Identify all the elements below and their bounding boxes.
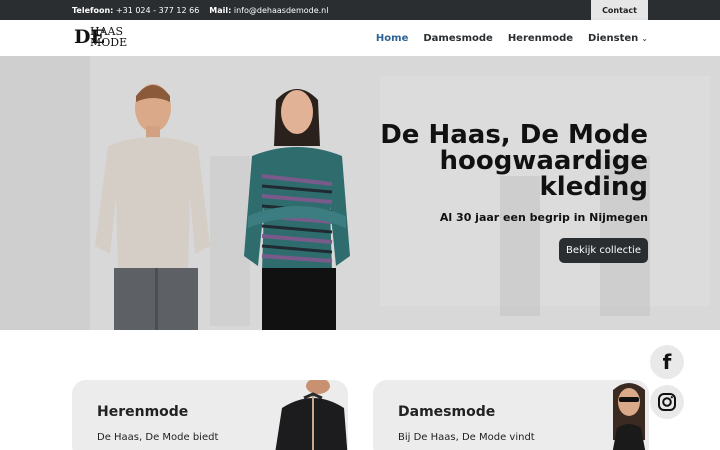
logo-line2: MODE [90, 36, 127, 49]
nav-item-damesmode[interactable]: Damesmode [423, 33, 492, 44]
mail-info[interactable]: Mail: info@dehaasdemode.nl [209, 6, 328, 15]
herenmode-card-image [275, 380, 348, 450]
chevron-down-icon: ⌄ [641, 33, 648, 43]
instagram-icon[interactable] [650, 385, 684, 419]
hero-subtitle: Al 30 jaar een begrip in Nijmegen [439, 211, 648, 224]
nav-item-home[interactable]: Home [376, 33, 408, 44]
hero-title-line-3: kleding [539, 172, 648, 202]
facebook-icon[interactable]: f [650, 345, 684, 379]
view-collection-button[interactable]: Bekijk collectie [559, 238, 648, 263]
mail-label: Mail: [209, 6, 232, 15]
card-title: Damesmode [398, 404, 496, 420]
main-nav: Home Damesmode Herenmode Diensten ⌄ [376, 20, 648, 56]
nav-item-herenmode[interactable]: Herenmode [508, 33, 573, 44]
nav-item-diensten-label: Diensten [588, 32, 639, 44]
contact-button[interactable]: Contact [591, 0, 648, 20]
phone-label: Telefoon: [72, 6, 114, 15]
contact-info: Telefoon: +31 024 - 377 12 66 Mail: info… [72, 6, 328, 15]
card-text: Bij De Haas, De Mode vindt [398, 432, 535, 443]
damesmode-card-image [609, 380, 649, 450]
card-title: Herenmode [97, 404, 189, 420]
hero-title: De Haas, De Mode hoogwaardige kleding [328, 122, 648, 200]
hero-title-line-2: hoogwaardige [439, 146, 648, 176]
phone-info[interactable]: Telefoon: +31 024 - 377 12 66 [72, 6, 199, 15]
phone-value[interactable]: +31 024 - 377 12 66 [116, 6, 199, 15]
mail-value[interactable]: info@dehaasdemode.nl [234, 6, 329, 15]
card-text: De Haas, De Mode biedt [97, 432, 219, 443]
card-damesmode[interactable]: Damesmode Bij De Haas, De Mode vindt [373, 380, 649, 450]
card-herenmode[interactable]: Herenmode De Haas, De Mode biedt [72, 380, 348, 450]
instagram-glyph-icon [658, 393, 676, 411]
hero-banner: De Haas, De Mode hoogwaardige kleding Al… [0, 56, 720, 330]
site-logo[interactable]: DE HAAS MODE [74, 24, 130, 50]
site-header: DE HAAS MODE Home Damesmode Herenmode Di… [0, 20, 720, 56]
hero-title-line-1: De Haas, De Mode [380, 120, 648, 150]
top-info-bar: Telefoon: +31 024 - 377 12 66 Mail: info… [0, 0, 720, 20]
nav-item-diensten[interactable]: Diensten ⌄ [588, 33, 648, 44]
